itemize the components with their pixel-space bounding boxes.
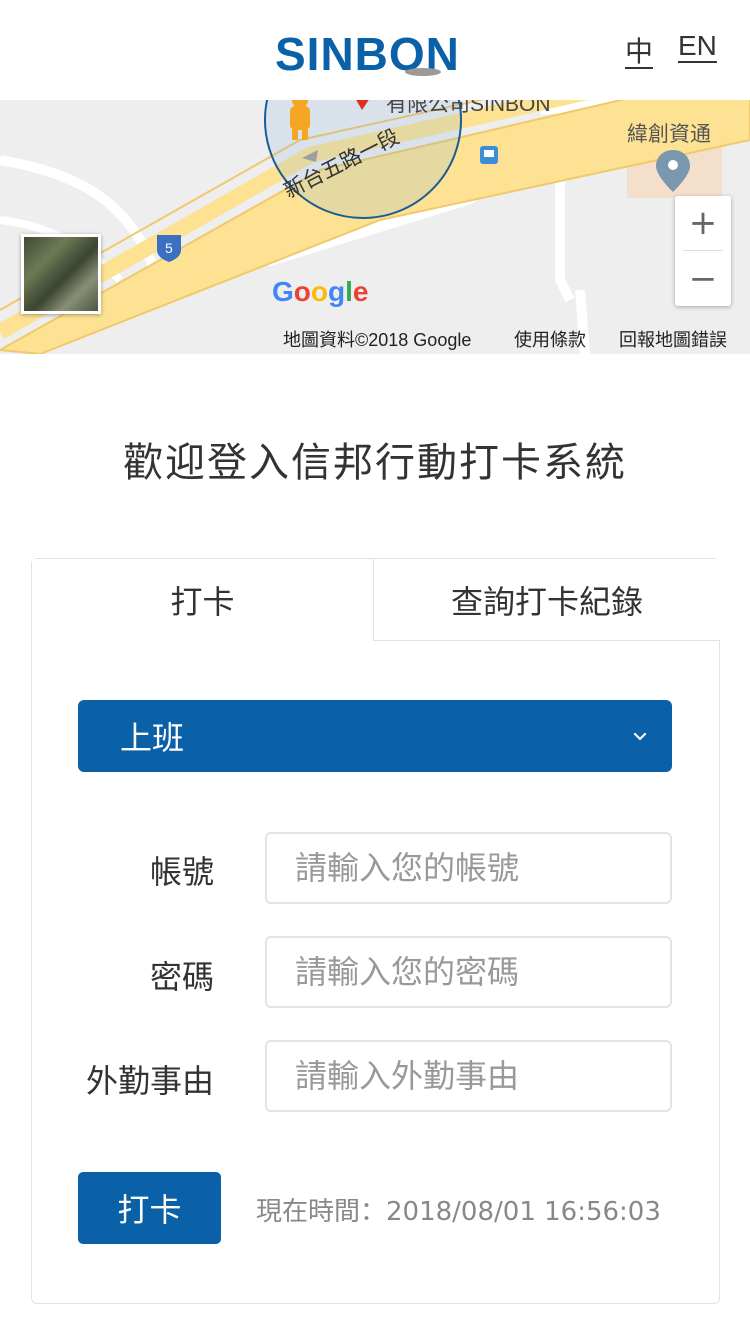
lang-zh-link[interactable]: 中 <box>625 30 653 70</box>
reason-label: 外勤事由 <box>85 1062 214 1100</box>
sinbon-logo[interactable]: SINBON <box>275 28 475 78</box>
account-input[interactable] <box>265 832 672 904</box>
password-label: 密碼 <box>149 958 214 996</box>
shift-select[interactable]: 上班 <box>78 700 672 772</box>
bus-stop-icon[interactable] <box>480 146 498 164</box>
app-header: SINBON 中 EN <box>0 0 750 100</box>
account-label: 帳號 <box>149 853 214 891</box>
map-report-error-link[interactable]: 回報地圖錯誤 <box>619 326 727 354</box>
logo-swoosh <box>405 68 441 76</box>
tab-punch[interactable]: 打卡 <box>32 559 374 641</box>
tab-punch-records[interactable]: 查詢打卡紀錄 <box>374 559 720 641</box>
map-terms-link[interactable]: 使用條款 <box>514 326 586 354</box>
shift-select-value: 上班 <box>120 719 185 757</box>
google-logo: Google <box>272 276 368 308</box>
current-time-text: 現在時間：2018/08/01 16:56:03 <box>256 1197 661 1227</box>
punch-card-panel: 打卡 查詢打卡紀錄 上班 帳號 密碼 外勤事由 打卡 現在時間：2018/08/… <box>31 558 720 1304</box>
zoom-divider <box>683 250 723 251</box>
google-logo-letter: g <box>328 276 346 307</box>
chevron-down-icon <box>633 732 647 741</box>
google-logo-letter: o <box>310 276 328 307</box>
route-shield-number: 5 <box>165 240 173 256</box>
google-map[interactable]: 5 有限公司SINBON 新台五路一段 緯創資通 Google + − 地圖資料… <box>0 100 750 354</box>
google-logo-letter: e <box>352 276 369 307</box>
reason-input[interactable] <box>265 1040 672 1112</box>
map-poi-label[interactable]: 緯創資通 <box>627 118 711 148</box>
map-data-attribution: 地圖資料©2018 Google <box>283 330 472 350</box>
zoom-out-button[interactable]: − <box>675 252 731 306</box>
punch-button[interactable]: 打卡 <box>78 1172 221 1244</box>
lang-en-link[interactable]: EN <box>678 30 717 62</box>
google-logo-letter: G <box>272 276 294 307</box>
google-logo-letter: l <box>345 276 353 307</box>
satellite-toggle[interactable] <box>21 234 101 314</box>
zoom-control: + − <box>675 196 731 306</box>
google-logo-letter: o <box>293 276 311 307</box>
map-company-label: 有限公司SINBON <box>386 100 551 116</box>
welcome-title: 歡迎登入信邦行動打卡系統 <box>123 440 627 486</box>
zoom-in-button[interactable]: + <box>675 196 731 250</box>
password-input[interactable] <box>265 936 672 1008</box>
